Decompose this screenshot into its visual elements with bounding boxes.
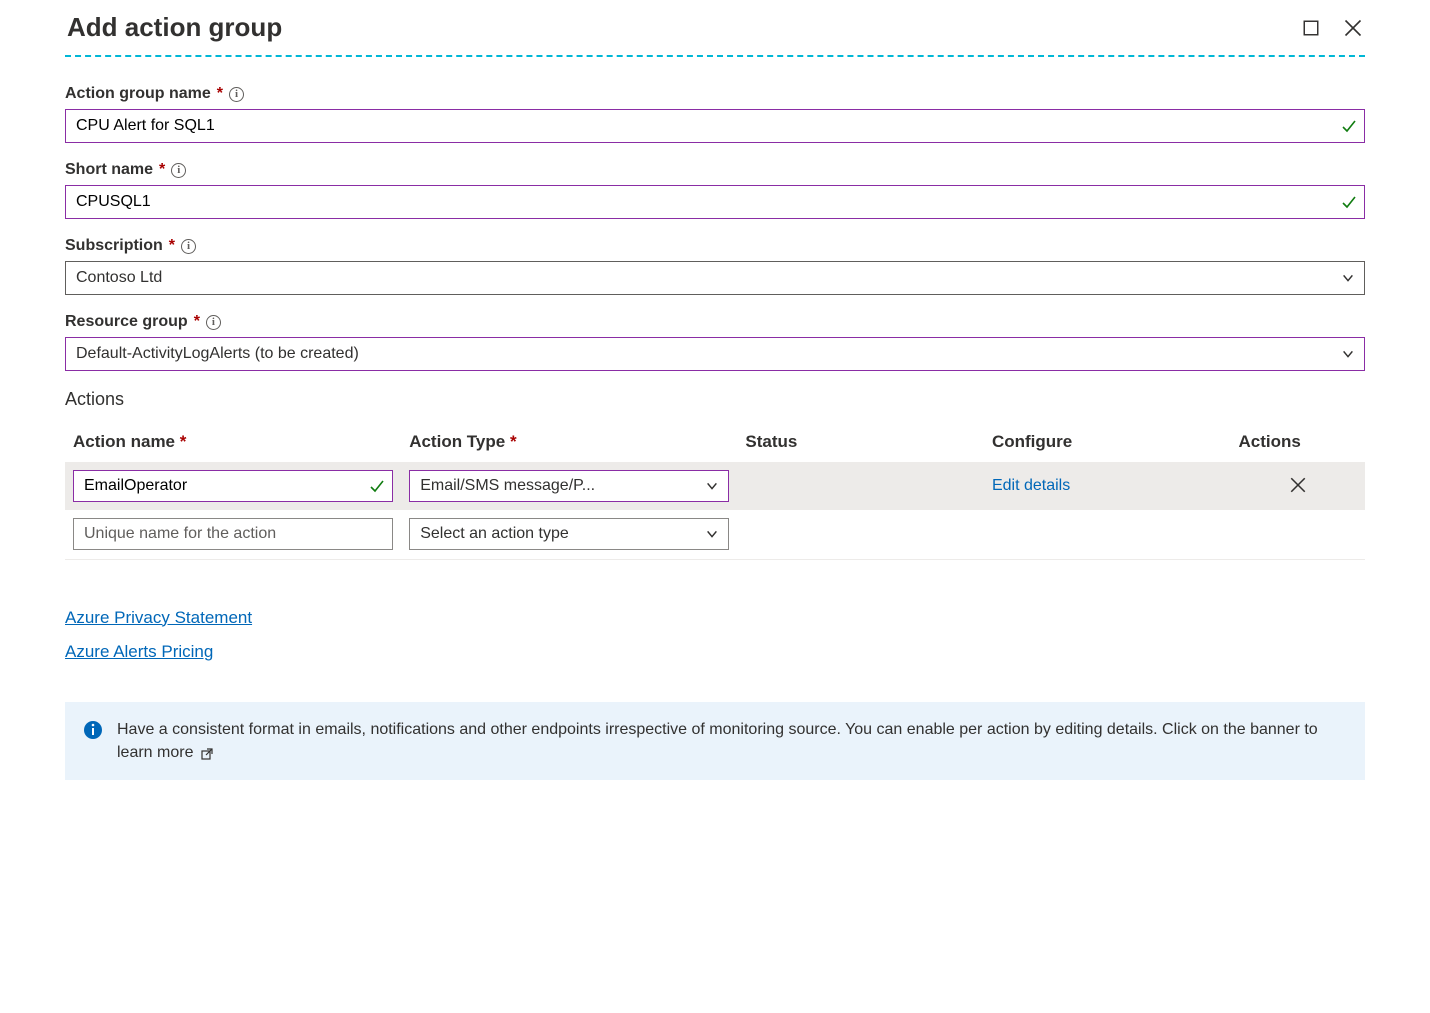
- divider: [65, 55, 1365, 57]
- required-marker: *: [180, 432, 187, 451]
- action-status-cell: [737, 462, 984, 510]
- action-group-name-label: Action group name * i: [65, 85, 1365, 103]
- action-name-input[interactable]: [73, 470, 393, 502]
- info-banner[interactable]: Have a consistent format in emails, noti…: [65, 702, 1365, 780]
- short-name-label: Short name * i: [65, 161, 1365, 179]
- info-icon[interactable]: i: [206, 315, 221, 330]
- page-title: Add action group: [67, 12, 1301, 43]
- table-row: Email/SMS message/P... Edit details: [65, 462, 1365, 510]
- restore-window-icon[interactable]: [1301, 18, 1321, 38]
- info-icon[interactable]: i: [229, 87, 244, 102]
- table-row: Select an action type: [65, 510, 1365, 558]
- col-header-name: Action name: [73, 432, 175, 451]
- col-header-configure: Configure: [984, 422, 1231, 462]
- info-banner-text: Have a consistent format in emails, noti…: [117, 721, 1318, 761]
- col-header-type: Action Type: [409, 432, 505, 451]
- close-icon[interactable]: [1343, 18, 1363, 38]
- actions-section-title: Actions: [65, 389, 1365, 410]
- required-marker: *: [510, 432, 517, 451]
- external-link-icon: [200, 745, 214, 759]
- check-icon: [369, 478, 385, 494]
- col-header-status: Status: [737, 422, 984, 462]
- info-icon[interactable]: i: [171, 163, 186, 178]
- required-marker: *: [217, 85, 223, 103]
- pricing-link[interactable]: Azure Alerts Pricing: [65, 642, 1365, 662]
- resource-group-label: Resource group * i: [65, 313, 1365, 331]
- action-type-select[interactable]: Email/SMS message/P...: [409, 470, 729, 502]
- actions-table: Action name * Action Type * Status Confi…: [65, 422, 1365, 560]
- subscription-select[interactable]: Contoso Ltd: [65, 261, 1365, 295]
- delete-action-button[interactable]: [1289, 476, 1307, 494]
- required-marker: *: [169, 237, 175, 255]
- check-icon: [1341, 118, 1357, 134]
- action-group-name-input[interactable]: [65, 109, 1365, 143]
- privacy-link[interactable]: Azure Privacy Statement: [65, 608, 1365, 628]
- col-header-actions: Actions: [1231, 422, 1366, 462]
- info-icon: [83, 720, 103, 740]
- new-action-type-select[interactable]: Select an action type: [409, 518, 729, 550]
- resource-group-select[interactable]: Default-ActivityLogAlerts (to be created…: [65, 337, 1365, 371]
- short-name-input[interactable]: [65, 185, 1365, 219]
- info-icon[interactable]: i: [181, 239, 196, 254]
- edit-details-link[interactable]: Edit details: [992, 477, 1070, 494]
- required-marker: *: [194, 313, 200, 331]
- subscription-label: Subscription * i: [65, 237, 1365, 255]
- check-icon: [1341, 194, 1357, 210]
- new-action-name-input[interactable]: [73, 518, 393, 550]
- required-marker: *: [159, 161, 165, 179]
